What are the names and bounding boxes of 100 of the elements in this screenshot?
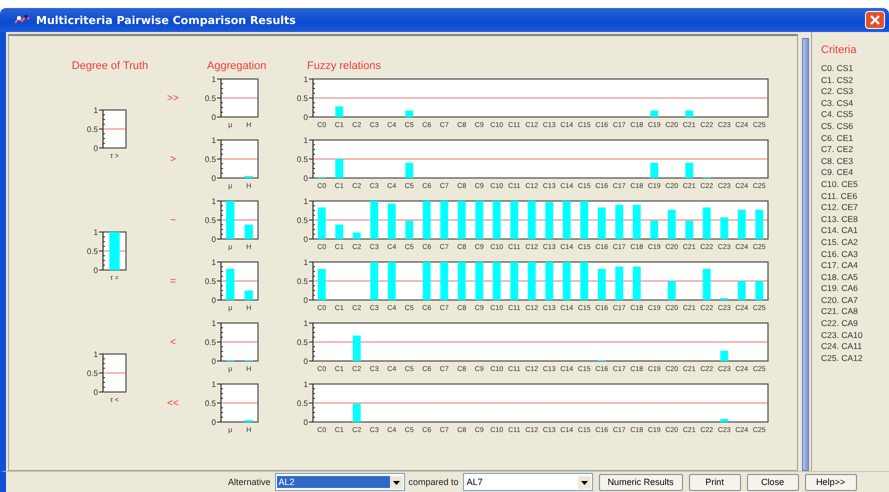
axis-tick-label: 0 <box>304 113 308 122</box>
relation-symbol: = <box>170 276 176 287</box>
footer-button[interactable]: Print <box>688 474 741 490</box>
app-icon <box>14 14 30 26</box>
plot-area <box>220 383 259 423</box>
plot-area <box>220 78 259 118</box>
axis-tick-label: 0 <box>94 388 98 396</box>
axis-tick-label: 0 <box>94 144 98 152</box>
field-label: Alternative <box>228 477 271 487</box>
axis-tick-label: 0.5 <box>86 368 98 378</box>
axis-tick-label: 0 <box>304 235 308 244</box>
axis-tick-label: 0.5 <box>296 94 308 103</box>
reference-line <box>103 128 126 129</box>
plot-area <box>220 139 259 179</box>
axis-tick-label: 1 <box>212 319 216 328</box>
y-axis <box>216 322 224 362</box>
y-axis <box>308 322 316 362</box>
criteria-item: C14. CA1 <box>821 225 859 237</box>
criteria-item: C19. CA6 <box>821 283 859 295</box>
reference-line <box>221 158 258 160</box>
criteria-item: C13. CE8 <box>821 214 859 226</box>
axis-tick-label: 0 <box>212 418 216 427</box>
axis-tick-label: 0 <box>304 418 308 427</box>
y-axis <box>216 200 224 240</box>
criteria-item: C22. CA9 <box>821 318 859 330</box>
axis-tick-label: 1 <box>304 197 308 206</box>
y-axis <box>308 384 316 422</box>
axis-tick-label: 0 <box>212 296 216 305</box>
axis-tick-label: 1 <box>94 228 98 236</box>
criteria-item: C4. CS5 <box>821 109 854 121</box>
alternative-dropdown[interactable]: AL2 <box>274 473 405 491</box>
footer-button[interactable]: Numeric Results <box>598 474 683 490</box>
axis-tick-label: 0.5 <box>296 399 308 408</box>
axis-tick-label: 0.5 <box>204 277 216 286</box>
axis-tick-label: 1 <box>94 350 98 358</box>
criteria-heading: Criteria <box>821 44 858 56</box>
axis-tick-label: 1 <box>304 258 308 267</box>
criteria-item: C8. CE3 <box>821 156 854 168</box>
criteria-item: C5. CS6 <box>821 120 854 133</box>
relation-symbol: << <box>167 398 179 409</box>
criteria-item: C1. CS2 <box>821 74 854 86</box>
criteria-item: C18. CA5 <box>821 272 859 284</box>
bar <box>244 224 253 239</box>
criteria-item: C17. CA4 <box>821 260 859 272</box>
axis-tick-label: 0.5 <box>296 277 308 286</box>
y-axis <box>308 140 316 178</box>
reference-line <box>221 402 258 404</box>
criteria-item: C10. CE5 <box>821 178 859 191</box>
bar <box>720 418 728 422</box>
criteria-item: C24. CA11 <box>821 341 863 353</box>
axis-tick-label: 0 <box>212 113 216 122</box>
axis-tick-label: 1 <box>304 136 308 145</box>
y-axis <box>308 200 316 240</box>
reference-line <box>103 372 126 373</box>
y-axis <box>216 140 224 178</box>
criteria-item: C21. CA8 <box>821 306 859 318</box>
bar <box>226 268 234 300</box>
section-heading: Degree of Truth <box>70 60 148 72</box>
axis-tick-label: 0 <box>212 235 216 244</box>
bar <box>226 201 234 239</box>
criteria-item: C25. CA12 <box>821 352 864 364</box>
axis-tick-label: 1 <box>304 75 308 84</box>
axis-tick-label: 0.5 <box>296 338 308 347</box>
plot-area <box>102 108 127 148</box>
axis-tick-label: 0 <box>212 174 216 183</box>
axis-tick-label: 1 <box>212 197 216 206</box>
axis-tick-label: 0.5 <box>86 124 98 134</box>
plot-area <box>220 322 259 362</box>
axis-tick-label: 1 <box>94 106 98 114</box>
axis-tick-label: 0.5 <box>86 246 98 256</box>
axis-tick-label: 0.5 <box>204 155 216 164</box>
axis-tick-label: 0 <box>304 174 308 183</box>
criteria-item: C20. CA7 <box>821 294 859 306</box>
footer-button[interactable]: Help>> <box>804 474 857 490</box>
compared-to-dropdown[interactable]: AL7 <box>462 473 593 491</box>
axis-tick-label: 1 <box>212 258 216 267</box>
relation-symbol: ~ <box>170 215 176 226</box>
close-icon[interactable] <box>865 11 885 29</box>
splitter-handle[interactable] <box>802 38 809 471</box>
criteria-item: C23. CA10 <box>821 330 864 342</box>
axis-tick-label: 1 <box>212 136 216 145</box>
criteria-item: C12. CE7 <box>821 202 859 214</box>
section-heading: Fuzzy relations <box>306 60 381 72</box>
footer-button[interactable]: Close <box>746 474 799 490</box>
axis-tick-label: 0 <box>304 357 308 366</box>
axis-tick-label: 0 <box>212 357 216 366</box>
field-label: compared to <box>408 477 459 487</box>
axis-tick-label: 0 <box>94 266 98 274</box>
axis-tick-label: 0.5 <box>204 94 216 103</box>
criteria-item: C15. CA2 <box>821 236 859 248</box>
window-title: Multicriteria Pairwise Comparison Results <box>36 14 297 26</box>
y-axis <box>98 353 106 392</box>
criteria-item: C7. CE2 <box>821 144 854 156</box>
relation-symbol: > <box>170 154 176 165</box>
criteria-item: C16. CA3 <box>821 248 859 260</box>
axis-tick-label: 1 <box>304 319 308 328</box>
section-heading: Aggregation <box>206 60 266 72</box>
axis-tick-label: 0.5 <box>204 216 216 225</box>
axis-tick-label: 0.5 <box>296 216 308 225</box>
axis-tick-label: 1 <box>212 380 216 389</box>
